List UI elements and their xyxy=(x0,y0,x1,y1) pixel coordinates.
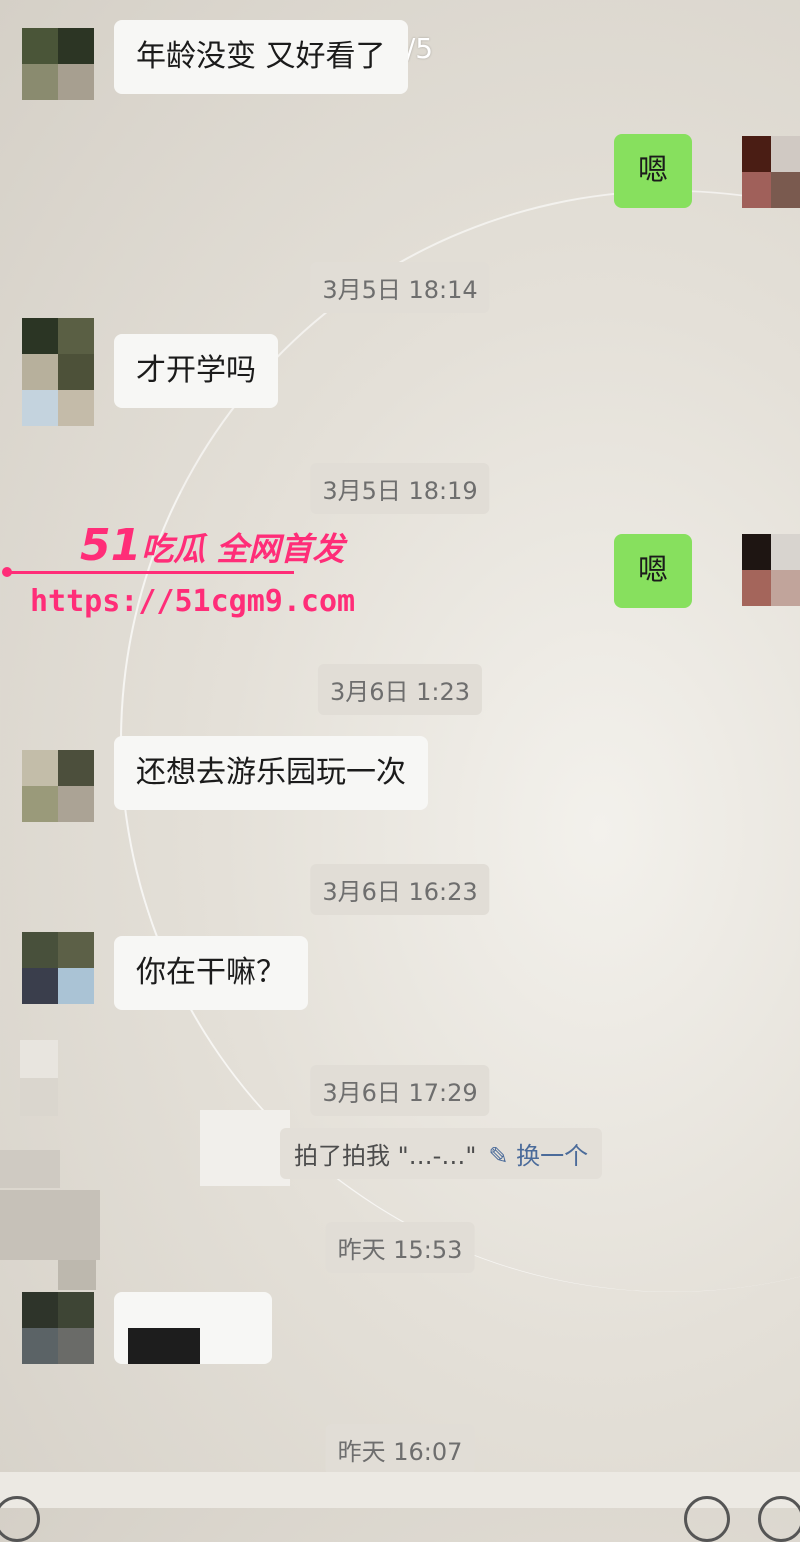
change-pat-label: 换一个 xyxy=(516,1142,589,1170)
self-avatar[interactable] xyxy=(742,534,800,606)
avatar[interactable] xyxy=(22,1292,94,1364)
emoji-button[interactable] xyxy=(684,1496,730,1542)
timestamp: 3月6日 17:29 xyxy=(310,1065,490,1116)
timestamp: 昨天 15:53 xyxy=(325,1222,475,1273)
avatar[interactable] xyxy=(22,318,94,426)
pixelated-region xyxy=(200,1110,290,1186)
more-button[interactable] xyxy=(758,1496,800,1542)
timestamp: 昨天 16:07 xyxy=(325,1424,475,1475)
timestamp: 3月5日 18:19 xyxy=(310,463,490,514)
message-bubble[interactable]: 年龄没变 又好看了 xyxy=(114,20,408,94)
message-bubble-self[interactable]: 嗯 xyxy=(614,534,692,608)
avatar[interactable] xyxy=(22,28,94,100)
self-avatar[interactable] xyxy=(742,136,800,208)
watermark-line xyxy=(4,571,294,574)
change-pat-link[interactable]: ✎ 换一个 xyxy=(488,1142,588,1170)
watermark-text: 吃瓜 全网首发 xyxy=(141,530,345,568)
timestamp: 3月6日 1:23 xyxy=(317,664,483,715)
pixelated-region xyxy=(0,1040,100,1290)
voice-button[interactable] xyxy=(0,1496,40,1542)
input-bar xyxy=(0,1472,800,1508)
pat-notice: 拍了拍我 "…-…" ✎ 换一个 xyxy=(280,1128,603,1179)
watermark-number: 51 xyxy=(80,520,142,571)
pat-text: 拍了拍我 "…-…" xyxy=(294,1142,477,1170)
watermark-title: 51吃瓜 全网首发 xyxy=(80,520,344,571)
avatar[interactable] xyxy=(22,750,94,822)
message-bubble[interactable]: 你在干嘛？ xyxy=(114,936,308,1010)
redacted-block xyxy=(128,1328,200,1364)
message-bubble[interactable]: 才开学吗 xyxy=(114,334,278,408)
watermark-url: https://51cgm9.com xyxy=(30,584,356,619)
timestamp: 3月5日 18:14 xyxy=(310,262,490,313)
message-bubble-self[interactable]: 嗯 xyxy=(614,134,692,208)
message-bubble[interactable]: 还想去游乐园玩一次 xyxy=(114,736,428,810)
timestamp: 3月6日 16:23 xyxy=(310,864,490,915)
avatar[interactable] xyxy=(22,932,94,1004)
message-bubble[interactable] xyxy=(114,1292,272,1364)
